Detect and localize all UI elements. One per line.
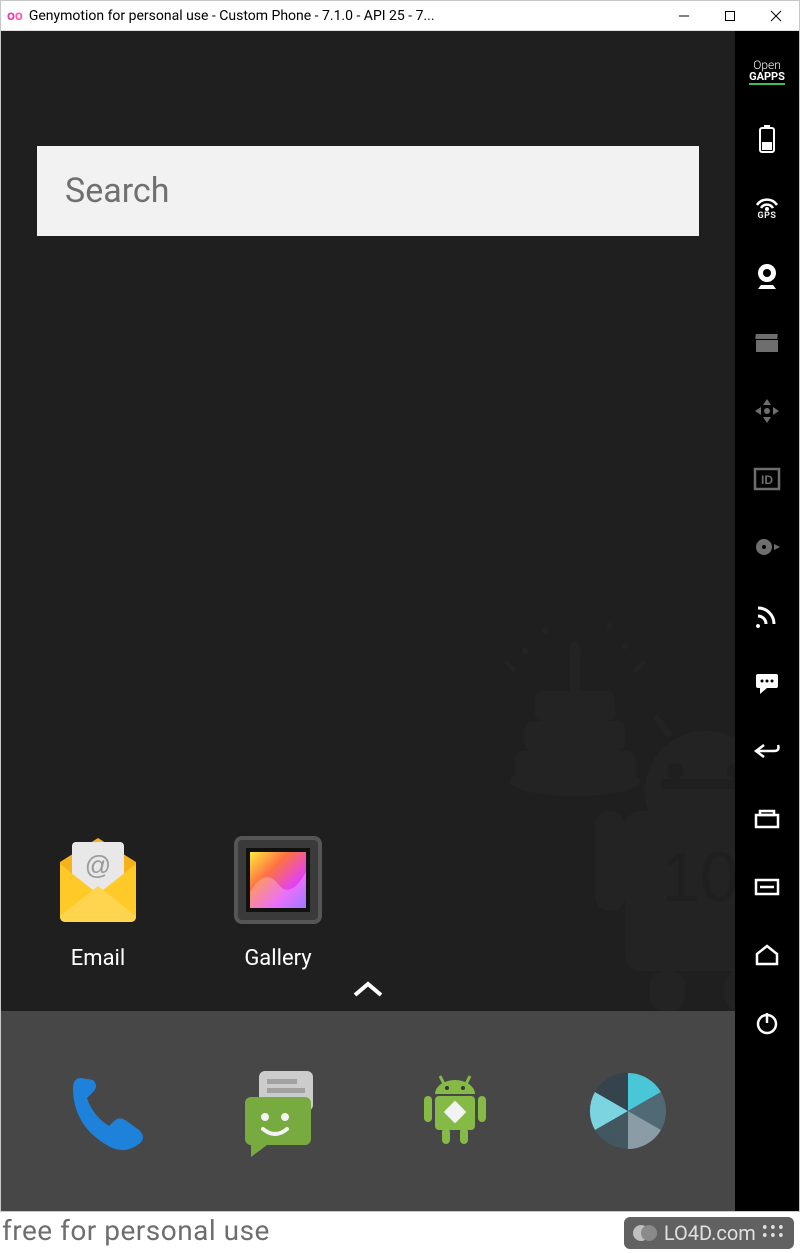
gallery-icon	[230, 832, 326, 928]
sidebar-back[interactable]	[739, 719, 795, 783]
sms-icon	[754, 672, 780, 694]
wallpaper-android-birthday: 10	[455, 561, 735, 1011]
home-apps-row: @ Email	[33, 832, 343, 971]
dock	[1, 1011, 735, 1211]
svg-text:ID: ID	[761, 473, 773, 487]
window-controls	[661, 1, 799, 31]
battery-icon	[756, 124, 778, 154]
app-label: Email	[71, 946, 125, 971]
id-icon: ID	[753, 467, 781, 491]
close-button[interactable]	[753, 1, 799, 31]
camera-aperture-icon	[583, 1066, 673, 1156]
back-icon	[752, 741, 782, 761]
sidebar-menu[interactable]	[739, 855, 795, 919]
titlebar[interactable]: oo Genymotion for personal use - Custom …	[1, 1, 799, 31]
search-placeholder: Search	[65, 171, 169, 211]
messages-icon	[233, 1063, 329, 1159]
home-outline-icon	[753, 944, 781, 966]
maximize-button[interactable]	[707, 1, 753, 31]
more-dots-icon: ••••••	[762, 1226, 786, 1240]
application-window: oo Genymotion for personal use - Custom …	[0, 0, 800, 1212]
window-title: Genymotion for personal use - Custom Pho…	[29, 8, 661, 24]
sidebar-screencast[interactable]	[739, 311, 795, 375]
sidebar-recent[interactable]	[739, 787, 795, 851]
genymotion-logo-icon: oo	[1, 8, 29, 24]
clapperboard-icon	[754, 332, 780, 354]
recent-apps-icon	[753, 809, 781, 829]
email-icon: @	[50, 832, 146, 928]
sidebar-network[interactable]	[739, 583, 795, 647]
app-gallery[interactable]: Gallery	[213, 832, 343, 971]
status-bar-area	[1, 31, 735, 146]
sidebar-power[interactable]	[739, 991, 795, 1055]
android-screen[interactable]: Search	[1, 31, 735, 1211]
client-area: Search	[1, 31, 799, 1211]
disk-icon	[754, 536, 780, 558]
source-badge: LO4D.com ••••••	[624, 1217, 794, 1249]
webcam-icon	[753, 261, 781, 289]
rss-icon	[754, 602, 780, 628]
search-bar[interactable]: Search	[37, 146, 699, 236]
minimize-button[interactable]	[661, 1, 707, 31]
gps-signal-icon	[754, 193, 780, 211]
app-label: Gallery	[244, 946, 311, 971]
svg-text:10: 10	[661, 838, 735, 916]
dock-phone[interactable]	[58, 1061, 158, 1161]
home-body[interactable]: 10 @ Email	[1, 236, 735, 1011]
android-icon	[410, 1066, 500, 1156]
dock-messages[interactable]	[231, 1061, 331, 1161]
sidebar-gps[interactable]: GPS	[739, 175, 795, 239]
sidebar-disk-io[interactable]	[739, 515, 795, 579]
emulator-sidebar: Open GAPPS GPS ID	[735, 31, 799, 1211]
sidebar-home[interactable]	[739, 923, 795, 987]
app-drawer-handle[interactable]	[351, 979, 385, 1005]
dock-camera[interactable]	[578, 1061, 678, 1161]
sidebar-opengapps[interactable]: Open GAPPS	[739, 39, 795, 103]
sidebar-sms[interactable]	[739, 651, 795, 715]
power-icon	[754, 1010, 780, 1036]
dock-apps[interactable]	[405, 1061, 505, 1161]
lo4d-logo-icon	[632, 1222, 658, 1244]
sidebar-identifiers[interactable]: ID	[739, 447, 795, 511]
app-email[interactable]: @ Email	[33, 832, 163, 971]
sidebar-battery[interactable]	[739, 107, 795, 171]
watermark-text: free for personal use	[2, 1214, 270, 1247]
svg-text:@: @	[85, 850, 111, 880]
phone-icon	[63, 1066, 153, 1156]
menu-outline-icon	[754, 878, 780, 896]
sidebar-remote[interactable]	[739, 379, 795, 443]
chevron-up-icon	[351, 979, 385, 1001]
sidebar-camera[interactable]	[739, 243, 795, 307]
brand-text: LO4D.com	[664, 1221, 756, 1245]
dpad-icon	[753, 397, 781, 425]
